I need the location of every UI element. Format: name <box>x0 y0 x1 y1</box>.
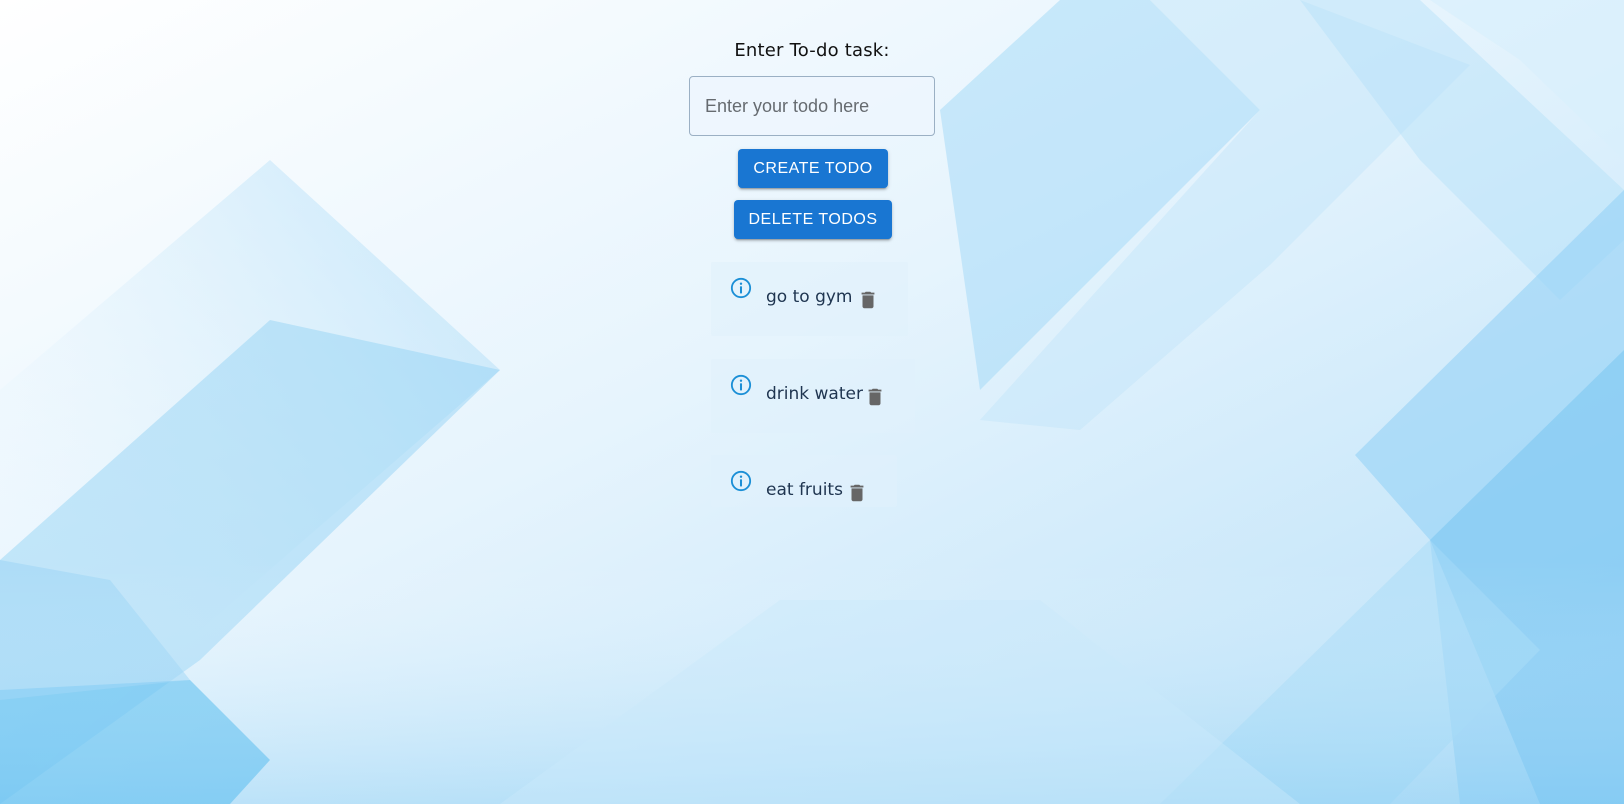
trash-icon[interactable] <box>846 481 868 505</box>
todo-text: drink water <box>766 384 863 404</box>
delete-todos-button[interactable]: DELETE TODOS <box>734 200 892 239</box>
task-label: Enter To-do task: <box>734 40 890 61</box>
todo-text: eat fruits <box>766 480 843 500</box>
todo-input[interactable] <box>690 77 934 135</box>
trash-icon[interactable] <box>857 288 879 312</box>
info-circle-icon[interactable] <box>730 374 752 396</box>
info-circle-icon[interactable] <box>730 277 752 299</box>
info-circle-icon[interactable] <box>730 470 752 492</box>
todo-app: Enter To-do task: CREATE TODO DELETE TOD… <box>0 0 1624 804</box>
todo-item: drink water <box>711 359 915 433</box>
trash-icon[interactable] <box>864 385 886 409</box>
create-todo-button[interactable]: CREATE TODO <box>738 149 888 188</box>
todo-item: go to gym <box>711 262 908 336</box>
todo-text: go to gym <box>766 287 853 307</box>
todo-input-container[interactable] <box>689 76 935 136</box>
todo-item: eat fruits <box>711 455 897 507</box>
